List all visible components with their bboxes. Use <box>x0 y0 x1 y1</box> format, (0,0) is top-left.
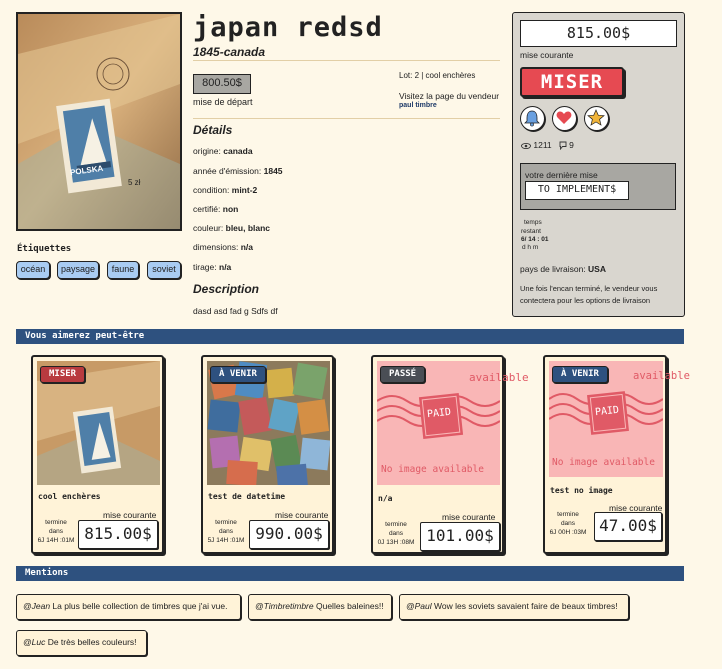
placeholder-top-text: available <box>469 371 529 384</box>
mention-item: @Jean La plus belle collection de timbre… <box>16 594 241 620</box>
card-title: test no image <box>550 486 613 495</box>
recommend-card[interactable]: À VENIR test de datetime mise courante t… <box>201 355 334 554</box>
bell-icon <box>524 110 540 127</box>
detail-origin: origine: canada <box>193 146 253 156</box>
heart-icon <box>556 111 572 124</box>
star-icon <box>587 109 605 126</box>
stats-row: 1211 9 <box>521 140 574 151</box>
status-badge: À VENIR <box>552 366 608 383</box>
description-text: dasd asd fad g Sdfs df <box>193 306 278 316</box>
card-ends: termine dans 6J 14H :01M <box>37 519 75 544</box>
divider <box>193 118 500 119</box>
my-bid-value: TO IMPLEMENT$ <box>525 181 629 200</box>
status-badge: À VENIR <box>210 366 266 383</box>
status-badge: PASSÉ <box>380 366 426 383</box>
my-bid-label: votre dernière mise <box>525 170 598 180</box>
favorite-button[interactable] <box>552 106 577 131</box>
detail-condition: condition: mint-2 <box>193 185 258 195</box>
card-ends: termine dans 5J 14H :01M <box>207 519 245 544</box>
watch-button[interactable] <box>584 106 609 131</box>
eye-icon <box>521 142 531 149</box>
lot-info: Lot: 2 | cool enchères <box>399 71 476 80</box>
card-title: test de datetime <box>208 492 286 501</box>
views-count: 1211 <box>533 140 552 150</box>
card-price-label: mise courante <box>275 510 329 520</box>
time-units: d h m <box>522 244 539 251</box>
no-image-text: No image available <box>552 457 655 468</box>
card-title: cool enchères <box>38 492 101 501</box>
start-price-label: mise de départ <box>193 97 253 107</box>
current-price-label: mise courante <box>520 50 574 60</box>
detail-certified: certifié: non <box>193 204 239 214</box>
tag-faune[interactable]: faune <box>107 261 139 279</box>
shipping-note: Une fois l'encan terminé, le vendeur vou… <box>520 284 658 305</box>
tags-title: Étiquettes <box>17 244 72 254</box>
status-badge: MISER <box>40 366 86 383</box>
detail-print-run: tirage: n/a <box>193 262 232 272</box>
shipping-country: pays de livraison: USA <box>520 264 606 274</box>
mention-item: @Luc De très belles couleurs! <box>16 630 147 656</box>
card-price: 815.00$ <box>78 520 158 549</box>
comment-icon <box>559 141 567 151</box>
page-title: japan redsd <box>193 12 383 43</box>
card-title: n/a <box>378 494 393 503</box>
placeholder-top-text: available <box>633 370 690 382</box>
card-ends: termine dans 0J 13H :08M <box>377 521 415 546</box>
recommend-heading: Vous aimerez peut-être <box>16 329 684 344</box>
mentions-heading: Mentions <box>16 566 684 581</box>
comments-count: 9 <box>569 140 574 150</box>
card-price: 990.00$ <box>249 520 329 549</box>
time-remaining: 6/ 14 : 01 <box>521 236 549 243</box>
card-ends: termine dans 6J 00H :03M <box>549 511 587 536</box>
mention-item: @Timbretimbre Quelles baleines!! <box>248 594 392 620</box>
notify-button[interactable] <box>520 106 545 131</box>
description-heading: Description <box>193 282 260 296</box>
no-image-text: No image available <box>381 464 484 475</box>
tag-ocean[interactable]: océan <box>16 261 50 279</box>
visit-seller-link[interactable]: Visitez la page du vendeur <box>399 91 499 101</box>
divider <box>193 60 500 61</box>
time-label-2: restant <box>521 228 541 235</box>
bid-button[interactable]: MISER <box>520 67 624 97</box>
detail-color: couleur: bleu, blanc <box>193 223 271 233</box>
recommend-card[interactable]: MISER cool enchères mise courante termin… <box>31 355 164 554</box>
card-price-label: mise courante <box>103 510 157 520</box>
main-stamp-image: POLSKA 5 zł <box>16 12 182 231</box>
tag-soviet[interactable]: soviet <box>147 261 181 279</box>
time-label: temps <box>524 219 542 226</box>
recommend-card[interactable]: available PAID No image available PASSÉ … <box>371 355 529 554</box>
card-price: 101.00$ <box>420 522 500 551</box>
mention-item: @Paul Wow les soviets savaient faire de … <box>399 594 629 620</box>
page-subtitle: 1845-canada <box>193 45 266 59</box>
tag-paysage[interactable]: paysage <box>57 261 99 279</box>
card-price: 47.00$ <box>594 512 662 541</box>
seller-link[interactable]: paul timbre <box>399 102 437 109</box>
current-price: 815.00$ <box>520 20 677 47</box>
detail-year: année d'émission: 1845 <box>193 166 283 176</box>
card-price-label: mise courante <box>442 512 496 522</box>
details-heading: Détails <box>193 123 233 137</box>
stamp-value-text: 5 zł <box>128 178 141 187</box>
detail-dimensions: dimensions: n/a <box>193 242 254 252</box>
recommend-card[interactable]: available PAID No image available À VENI… <box>543 355 690 554</box>
start-price: 800.50$ <box>193 74 251 94</box>
